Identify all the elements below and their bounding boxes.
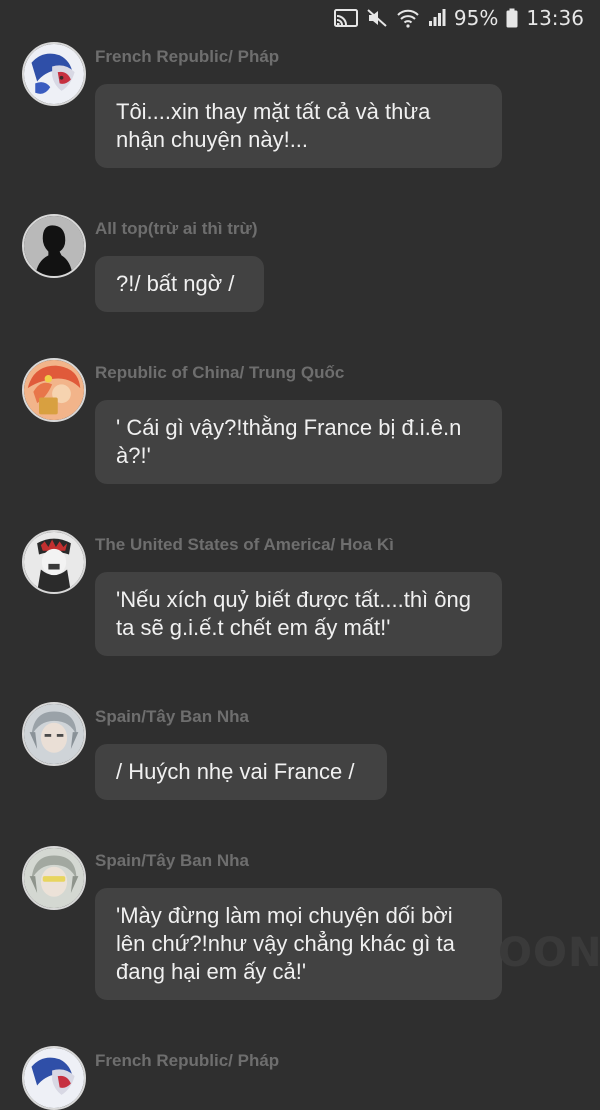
status-bar: 95% 13:36 [0,0,600,36]
mute-icon [366,8,388,28]
message-bubble: / Huých nhẹ vai France / [95,744,387,800]
sender-name: Republic of China/ Trung Quốc [95,363,345,382]
silhouette-avatar[interactable] [22,214,86,278]
sender-name: The United States of America/ Hoa Kì [95,535,394,554]
message-bubble: 'Nếu xích quỷ biết được tất....thì ông t… [95,572,502,656]
battery-icon [506,8,518,28]
usa-avatar[interactable] [22,530,86,594]
clock: 13:36 [526,6,584,30]
spain-avatar[interactable] [22,846,86,910]
message-bubble: 'Mày đừng làm mọi chuyện dối bời lên chứ… [95,888,502,1000]
message-bubble: ?!/ bất ngờ / [95,256,264,312]
wifi-icon [396,8,420,28]
spain-avatar[interactable] [22,702,86,766]
message-bubble: Tôi....xin thay mặt tất cả và thừa nhận … [95,84,502,168]
cast-icon [333,8,358,28]
sender-name: All top(trừ ai thì trừ) [95,219,258,238]
french-republic-avatar[interactable] [22,42,86,106]
sender-name: Spain/Tây Ban Nha [95,851,249,870]
signal-icon [428,8,446,28]
watermark: OON [498,930,600,976]
sender-name: Spain/Tây Ban Nha [95,707,249,726]
sender-name: French Republic/ Pháp [95,1051,280,1070]
message-bubble: ' Cái gì vậy?!thằng France bị đ.i.ê.n à?… [95,400,502,484]
battery-percent: 95% [453,6,499,30]
french-republic-avatar[interactable] [22,1046,86,1110]
sender-name: French Republic/ Pháp [95,47,280,66]
republic-of-china-avatar[interactable] [22,358,86,422]
